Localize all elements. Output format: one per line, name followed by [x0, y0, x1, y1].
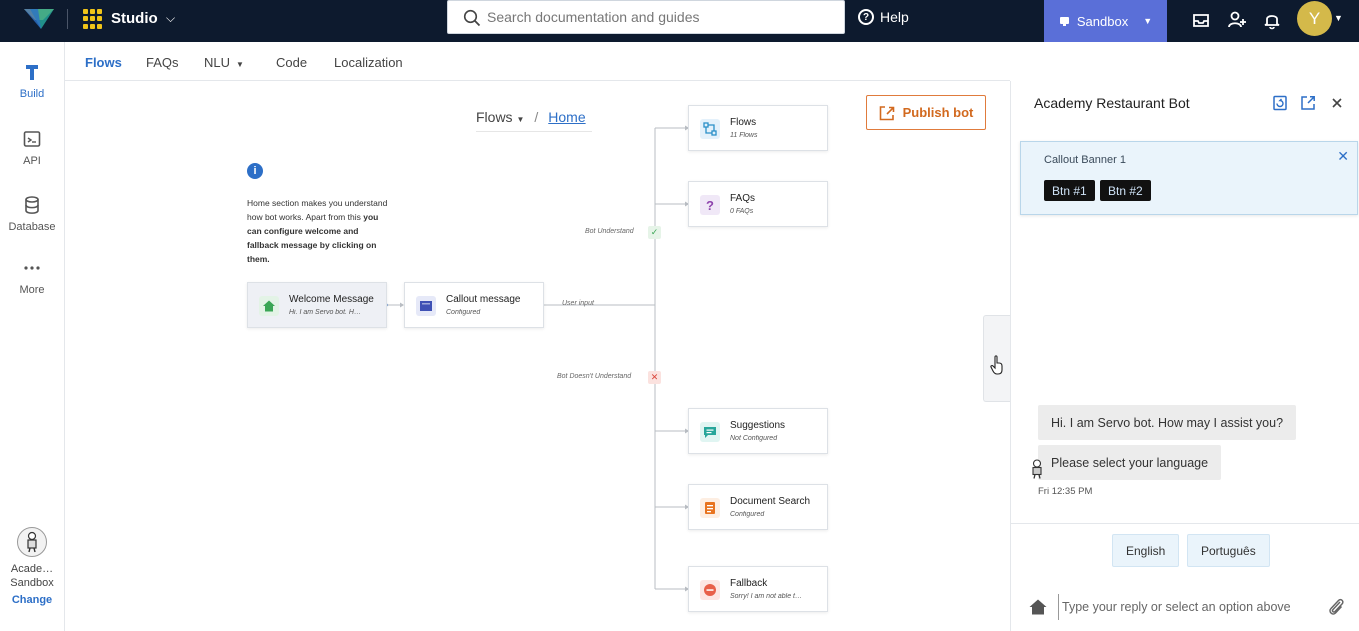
info-icon: i — [247, 163, 263, 179]
node-subtitle: 11 Flows — [730, 132, 758, 139]
fallback-node[interactable]: Fallback Sorry! I am not able t… — [688, 566, 828, 612]
callout-message-node[interactable]: Callout message Configured — [404, 282, 544, 328]
node-title: Suggestions — [730, 420, 786, 431]
close-icon[interactable]: ✕ — [1337, 148, 1349, 165]
node-subtitle: Hi. I am Servo bot. H… — [289, 309, 361, 316]
publish-label: Publish bot — [902, 105, 974, 120]
attachment-icon[interactable] — [1326, 596, 1346, 618]
reply-composer — [1011, 586, 1359, 631]
node-subtitle: 0 FAQs — [730, 208, 754, 215]
refresh-icon[interactable] — [1272, 95, 1288, 111]
node-title: Document Search — [730, 496, 811, 507]
user-avatar[interactable]: Y — [1297, 1, 1332, 36]
reply-input[interactable] — [1058, 594, 1318, 620]
environment-label: Sandbox — [1076, 13, 1129, 29]
breadcrumb-root[interactable]: Flows ▼ — [476, 109, 524, 125]
bot-message: Please select your language — [1038, 445, 1222, 480]
breadcrumb: Flows ▼ / Home — [476, 104, 592, 132]
caret-down-icon: ▼ — [516, 115, 525, 124]
home-icon — [259, 296, 279, 316]
quick-reply-portugues[interactable]: Português — [1187, 534, 1270, 567]
quick-reply-english[interactable]: English — [1112, 534, 1180, 567]
info-text: Home section makes you understand how bo… — [247, 196, 389, 266]
breadcrumb-separator: / — [534, 109, 539, 125]
bell-icon[interactable] — [1262, 10, 1282, 30]
banner-button-1[interactable]: Btn #1 — [1044, 180, 1095, 201]
callout-icon — [416, 296, 436, 316]
divider — [1011, 523, 1359, 524]
flows-node[interactable]: Flows 11 Flows — [688, 105, 828, 151]
banner-button-2[interactable]: Btn #2 — [1100, 180, 1151, 201]
suggestions-node[interactable]: Suggestions Not Configured — [688, 408, 828, 454]
document-search-node[interactable]: Document Search Configured — [688, 484, 828, 530]
environment-selector[interactable]: Sandbox ▼ — [1044, 0, 1167, 42]
check-icon: ✓ — [648, 226, 661, 239]
faqs-node[interactable]: ? FAQs 0 FAQs — [688, 181, 828, 227]
node-title: Flows — [730, 117, 757, 128]
home-icon[interactable] — [1028, 597, 1048, 617]
flows-icon — [700, 119, 720, 139]
node-subtitle: Configured — [446, 309, 481, 316]
pointer-hand-icon — [990, 355, 1003, 375]
question-icon: ? — [700, 195, 720, 215]
node-subtitle: Sorry! I am not able t… — [730, 593, 802, 600]
edge-label-understand: Bot Understand — [585, 228, 634, 235]
welcome-message-node[interactable]: Welcome Message Hi. I am Servo bot. H… — [247, 282, 387, 328]
info-card: i Home section makes you understand how … — [237, 155, 389, 270]
cross-icon: ✕ — [648, 371, 661, 384]
caret-down-icon[interactable]: ▼ — [1334, 13, 1343, 23]
edge-label-not-understand: Bot Doesn't Understand — [557, 373, 632, 380]
node-title: Callout message — [446, 294, 521, 305]
document-icon — [700, 498, 720, 518]
node-title: Welcome Message — [289, 294, 374, 305]
caret-down-icon: ▼ — [1143, 16, 1153, 26]
message-timestamp: Fri 12:35 PM — [1038, 486, 1093, 497]
panel-toggle-handle[interactable] — [983, 315, 1010, 402]
callout-banner: Callout Banner 1 ✕ Btn #1 Btn #2 — [1020, 141, 1358, 215]
publish-bot-button[interactable]: Publish bot — [866, 95, 986, 130]
node-title: Fallback — [730, 578, 768, 589]
sandbox-icon — [1059, 16, 1069, 26]
edge-label-user-input: User input — [562, 300, 594, 307]
banner-title: Callout Banner 1 — [1044, 154, 1126, 166]
chat-icon — [700, 422, 720, 442]
chat-title: Academy Restaurant Bot — [1034, 95, 1190, 111]
close-icon[interactable] — [1329, 95, 1345, 111]
node-subtitle: Configured — [730, 511, 765, 518]
breadcrumb-current[interactable]: Home — [548, 109, 585, 125]
add-user-icon[interactable] — [1227, 10, 1247, 30]
inbox-icon[interactable] — [1191, 10, 1211, 30]
external-link-icon[interactable] — [1300, 95, 1316, 111]
node-subtitle: Not Configured — [730, 435, 778, 442]
breadcrumb-root-label: Flows — [476, 109, 513, 125]
bot-message: Hi. I am Servo bot. How may I assist you… — [1038, 405, 1297, 440]
publish-icon — [879, 105, 894, 120]
robot-icon — [1032, 459, 1042, 479]
node-title: FAQs — [730, 193, 756, 204]
chat-preview-panel: Academy Restaurant Bot Callout Banner 1 … — [1010, 81, 1359, 631]
fallback-icon — [700, 580, 720, 600]
